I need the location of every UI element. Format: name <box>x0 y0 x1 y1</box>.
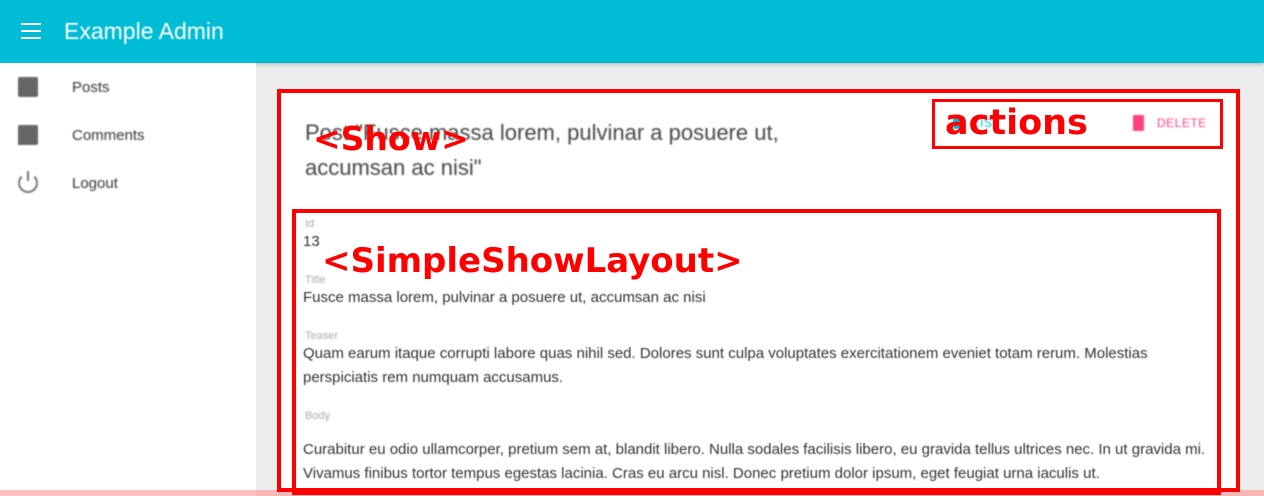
sidebar: Posts Comments Logout <box>0 63 256 496</box>
sidebar-item-label: Posts <box>72 78 110 96</box>
app-bar: Example Admin <box>0 0 1264 63</box>
sidebar-item-posts[interactable]: Posts <box>0 65 256 109</box>
annotation-layout-label: <SimpleShowLayout> <box>322 241 743 281</box>
sidebar-item-label: Comments <box>72 126 145 144</box>
menu-icon[interactable] <box>21 23 41 39</box>
app-title: Example Admin <box>64 18 224 44</box>
sidebar-item-comments[interactable]: Comments <box>0 113 256 157</box>
annotation-show-label: <Show> <box>313 119 469 158</box>
comment-icon <box>18 125 38 145</box>
power-icon <box>18 171 38 193</box>
sidebar-item-label: Logout <box>72 174 118 192</box>
book-icon <box>18 77 38 97</box>
annotation-actions-label: actions <box>945 103 1088 143</box>
sidebar-item-logout[interactable]: Logout <box>0 161 256 205</box>
